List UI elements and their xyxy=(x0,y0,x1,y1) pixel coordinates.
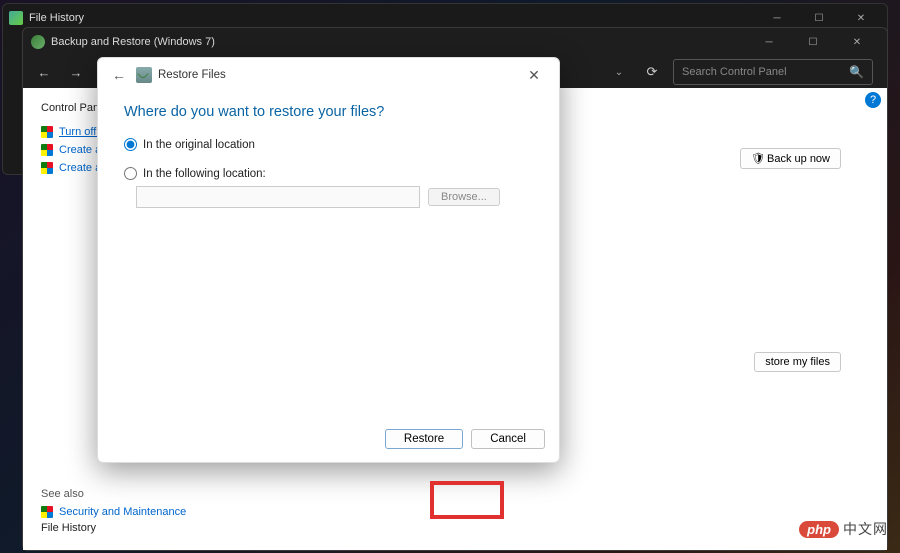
refresh-button[interactable]: ⟳ xyxy=(637,59,667,85)
nav-back-button[interactable]: ← xyxy=(31,59,57,85)
cancel-button[interactable]: Cancel xyxy=(471,429,545,449)
restore-button[interactable]: Restore xyxy=(385,429,463,449)
file-history-title: File History xyxy=(29,12,84,24)
backup-now-button[interactable]: 🛡Back up now xyxy=(740,148,841,169)
radio-following-location[interactable]: In the following location: xyxy=(124,167,533,180)
dialog-back-button[interactable]: ← xyxy=(108,64,130,86)
search-placeholder: Search Control Panel xyxy=(682,66,787,78)
file-history-icon xyxy=(9,11,23,25)
backup-restore-title: Backup and Restore (Windows 7) xyxy=(51,36,215,48)
radio-original-input[interactable] xyxy=(124,138,137,151)
maximize-button[interactable]: ☐ xyxy=(791,29,835,55)
search-input[interactable]: Search Control Panel 🔍 xyxy=(673,59,873,85)
watermark-text: 中文网 xyxy=(843,519,888,539)
address-dropdown[interactable]: ⌄ xyxy=(607,59,631,85)
browse-button[interactable]: Browse... xyxy=(428,188,500,206)
watermark-pill: php xyxy=(799,521,839,538)
shield-icon xyxy=(41,144,53,156)
restore-my-files-button[interactable]: store my files xyxy=(754,352,841,372)
search-icon: 🔍 xyxy=(849,65,864,79)
shield-icon xyxy=(41,162,53,174)
backup-restore-icon xyxy=(31,35,45,49)
shield-icon xyxy=(41,126,53,138)
watermark: php 中文网 xyxy=(799,519,888,539)
minimize-button[interactable]: ─ xyxy=(747,29,791,55)
dialog-heading: Where do you want to restore your files? xyxy=(124,104,533,120)
location-input[interactable] xyxy=(136,186,420,208)
restore-icon xyxy=(136,67,152,83)
dialog-close-button[interactable]: ✕ xyxy=(519,62,549,88)
see-also-section: See also Security and Maintenance File H… xyxy=(41,488,186,538)
shield-icon: 🛡 xyxy=(751,153,765,165)
shield-icon xyxy=(41,506,53,518)
nav-forward-button[interactable]: → xyxy=(63,59,89,85)
see-also-header: See also xyxy=(41,488,186,500)
see-also-security[interactable]: Security and Maintenance xyxy=(41,506,186,518)
radio-following-input[interactable] xyxy=(124,167,137,180)
help-icon[interactable]: ? xyxy=(865,92,881,108)
radio-original-location[interactable]: In the original location xyxy=(124,138,533,151)
close-button[interactable]: ✕ xyxy=(835,29,879,55)
dialog-title: Restore Files xyxy=(158,69,226,81)
see-also-file-history[interactable]: File History xyxy=(41,522,186,534)
restore-files-dialog: ← Restore Files ✕ Where do you want to r… xyxy=(97,57,560,463)
